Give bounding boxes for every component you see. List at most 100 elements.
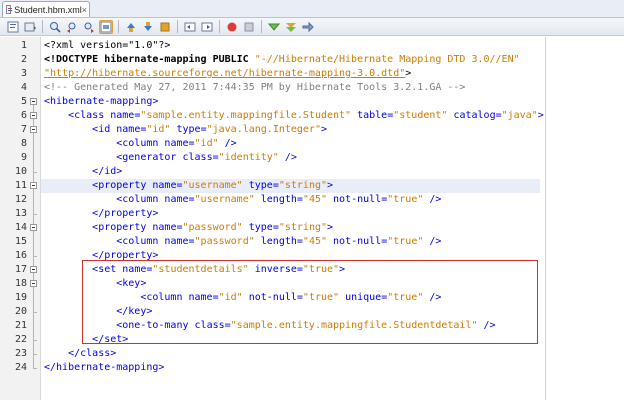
stop-macro-button[interactable] <box>242 20 256 34</box>
code-token: length= <box>254 236 303 247</box>
code-token: type= <box>242 180 279 191</box>
collapse-fold-icon[interactable] <box>30 182 37 189</box>
code-line[interactable]: <generator class="identity" /> <box>44 151 297 165</box>
validate-xml-button[interactable] <box>284 20 298 34</box>
line-number-gutter: 1 2 3 4 5 6 7 8 9 10 11 12 13 14 15 16 17 18 19 20 21 22 23 24 <box>0 37 41 400</box>
shift-right-icon <box>201 22 213 31</box>
code-token: "java.lang.Integer" <box>206 124 321 135</box>
code-token: "password" <box>182 222 243 233</box>
find-previous-button[interactable] <box>65 20 79 34</box>
start-macro-button[interactable] <box>225 20 239 34</box>
code-line[interactable]: </class> <box>44 347 116 361</box>
code-token: catalog= <box>447 110 502 121</box>
run-xsl-button[interactable] <box>301 20 315 34</box>
collapse-fold-icon[interactable] <box>30 98 37 105</box>
code-token: not-null= <box>327 194 388 205</box>
code-line[interactable]: </property> <box>44 207 158 221</box>
code-line[interactable]: <property name="password" type="string"> <box>44 221 333 235</box>
code-token: "true" <box>387 194 424 205</box>
code-token: "45" <box>302 194 328 205</box>
code-token: "sample.entity.mappingfile.Student" <box>140 110 352 121</box>
collapse-fold-icon[interactable] <box>30 280 37 287</box>
code-line[interactable]: <!DOCTYPE hibernate-mapping PUBLIC "-//H… <box>44 53 520 67</box>
code-line[interactable]: <hibernate-mapping> <box>44 95 158 109</box>
previous-bookmark-icon <box>127 22 135 32</box>
check-xml-icon <box>268 23 280 31</box>
code-token: type= <box>170 124 207 135</box>
toggle-bookmark-button[interactable] <box>158 20 172 34</box>
line-number: 2 <box>20 54 27 65</box>
code-token: "http://hibernate.sourceforge.net/hibern… <box>44 68 406 79</box>
line-number: 17 <box>14 264 27 275</box>
collapse-fold-icon[interactable] <box>30 126 37 133</box>
previous-bookmark-button[interactable] <box>124 20 138 34</box>
code-line[interactable]: </id> <box>44 165 122 179</box>
code-token: "java" <box>501 110 538 121</box>
code-line[interactable]: <column name="username" length="45" not-… <box>44 193 441 207</box>
shift-left-button[interactable] <box>183 20 197 34</box>
code-line[interactable]: <!-- Generated May 27, 2011 7:44:35 PM b… <box>44 81 465 95</box>
fold-end-marker <box>33 354 37 355</box>
code-token: "string" <box>278 180 328 191</box>
code-token: name= <box>164 194 195 205</box>
code-line[interactable]: "http://hibernate.sourceforge.net/hibern… <box>44 67 411 81</box>
check-xml-button[interactable] <box>267 20 281 34</box>
fold-end-marker <box>33 368 37 369</box>
close-icon[interactable]: × <box>82 5 87 15</box>
stop-icon <box>244 22 254 31</box>
code-token: > <box>327 180 334 191</box>
find-next-button[interactable] <box>82 20 96 34</box>
code-token: > <box>327 222 334 233</box>
line-number: 8 <box>20 138 27 149</box>
next-bookmark-icon <box>144 21 152 31</box>
collapse-fold-icon[interactable] <box>30 266 37 273</box>
code-token: /> <box>278 152 297 163</box>
search-button[interactable] <box>48 20 62 34</box>
code-line[interactable]: </hibernate-mapping> <box>44 361 164 375</box>
code-line[interactable]: <?xml version="1.0"?> <box>44 39 170 53</box>
fold-end-marker <box>33 214 37 215</box>
collapse-fold-icon[interactable] <box>30 112 37 119</box>
highlight-icon <box>100 21 112 32</box>
code-line[interactable]: <id name="id" type="java.lang.Integer"> <box>44 123 327 137</box>
line-number: 11 <box>14 180 27 191</box>
code-line[interactable]: <column name="password" length="45" not-… <box>44 235 441 249</box>
code-line[interactable]: <property name="username" type="string"> <box>44 179 333 193</box>
code-editor[interactable]: <?xml version="1.0"?> <!DOCTYPE hibernate… <box>41 37 624 400</box>
toolbar-separator <box>42 20 43 33</box>
toggle-highlight-button[interactable] <box>99 19 113 34</box>
history-view-button[interactable] <box>23 20 37 34</box>
line-number: 9 <box>20 152 27 163</box>
shift-left-icon <box>184 22 196 31</box>
code-token: /> <box>423 236 442 247</box>
code-token: name= <box>152 180 183 191</box>
code-token: </id> <box>92 166 123 177</box>
code-token: > <box>537 110 544 121</box>
toolbar-separator <box>177 20 178 33</box>
line-number: 20 <box>14 306 27 317</box>
code-token: "username" <box>194 194 255 205</box>
tab-student-hbm-xml[interactable]: Student.hbm.xml × <box>2 1 90 17</box>
code-line[interactable]: <class name="sample.entity.mappingfile.S… <box>44 109 544 123</box>
code-token: <!-- Generated May 27, 2011 7:44:35 PM b… <box>44 82 466 93</box>
code-token: </hibernate-mapping> <box>44 362 165 373</box>
fold-end-marker <box>33 340 37 341</box>
code-token: name= <box>110 110 141 121</box>
fold-guide-line <box>33 287 34 312</box>
code-token: not-null= <box>327 236 388 247</box>
code-line[interactable]: <column name="id" /> <box>44 137 236 151</box>
code-token: > <box>405 68 412 79</box>
source-view-button[interactable] <box>6 20 20 34</box>
code-token: "id" <box>146 124 171 135</box>
xml-file-icon <box>6 5 13 14</box>
line-number: 12 <box>14 194 27 205</box>
line-number: 3 <box>20 68 27 79</box>
line-number: 21 <box>14 320 27 331</box>
fold-guide-line <box>33 133 34 172</box>
next-bookmark-button[interactable] <box>141 20 155 34</box>
collapse-fold-icon[interactable] <box>30 224 37 231</box>
line-number: 5 <box>20 96 27 107</box>
shift-right-button[interactable] <box>200 20 214 34</box>
